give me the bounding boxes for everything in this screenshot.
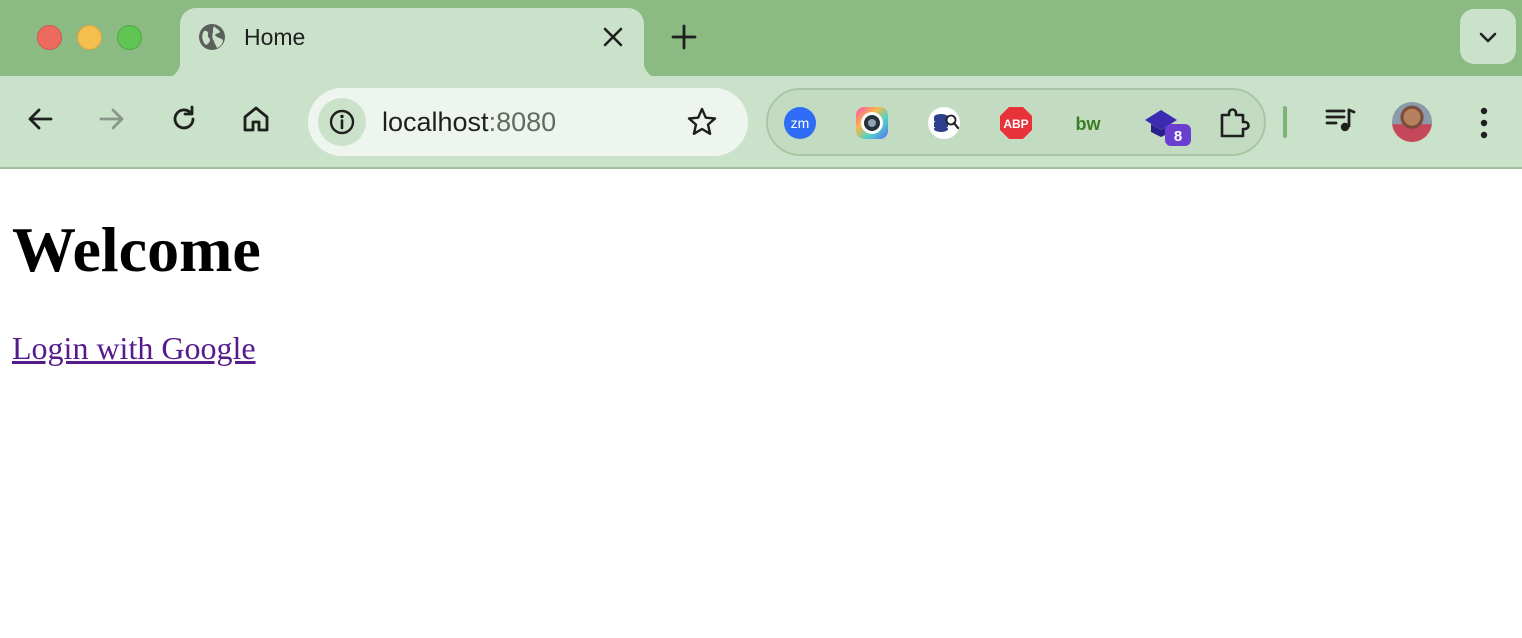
site-info-button[interactable] bbox=[318, 98, 366, 146]
globe-icon bbox=[199, 24, 225, 50]
minimize-window-button[interactable] bbox=[77, 25, 102, 50]
url-port: :8080 bbox=[488, 107, 557, 137]
reload-icon[interactable] bbox=[168, 103, 200, 135]
graduation-cap-extension-icon[interactable]: 8 bbox=[1143, 106, 1191, 146]
address-url[interactable]: localhost:8080 bbox=[382, 106, 556, 138]
forward-arrow-icon[interactable] bbox=[96, 103, 128, 135]
tab-strip: Home bbox=[0, 0, 1522, 78]
login-with-google-link[interactable]: Login with Google bbox=[12, 328, 256, 368]
svg-text:zm: zm bbox=[791, 115, 810, 131]
bookmark-star-icon[interactable] bbox=[686, 106, 718, 138]
new-tab-icon[interactable] bbox=[668, 21, 700, 53]
toolbar-divider bbox=[1283, 106, 1287, 138]
bw-extension-icon[interactable]: bw bbox=[1071, 106, 1105, 140]
browser-toolbar: localhost:8080 zm ABP bw 8 bbox=[0, 76, 1522, 169]
adblock-plus-extension-icon[interactable]: ABP bbox=[999, 106, 1033, 140]
tab-search-button[interactable] bbox=[1460, 9, 1516, 64]
more-menu-icon[interactable] bbox=[1470, 103, 1498, 143]
svg-text:bw: bw bbox=[1076, 114, 1102, 134]
svg-text:ABP: ABP bbox=[1003, 117, 1028, 131]
page-content: Welcome Login with Google bbox=[0, 170, 1522, 638]
info-icon bbox=[329, 109, 355, 135]
browser-tab[interactable]: Home bbox=[164, 8, 660, 78]
media-queue-icon[interactable] bbox=[1324, 104, 1356, 136]
page-heading: Welcome bbox=[12, 214, 261, 285]
back-arrow-icon[interactable] bbox=[24, 103, 56, 135]
maximize-window-button[interactable] bbox=[117, 25, 142, 50]
profile-avatar[interactable] bbox=[1392, 102, 1432, 142]
chevron-down-icon bbox=[1479, 32, 1497, 43]
extension-badge: 8 bbox=[1174, 128, 1182, 145]
close-window-button[interactable] bbox=[37, 25, 62, 50]
camera-extension-icon[interactable] bbox=[855, 106, 889, 140]
puzzle-extensions-icon[interactable] bbox=[1217, 106, 1251, 140]
url-host: localhost bbox=[382, 107, 489, 137]
database-search-extension-icon[interactable] bbox=[927, 106, 961, 140]
address-bar[interactable]: localhost:8080 bbox=[308, 88, 748, 156]
close-tab-icon[interactable] bbox=[600, 24, 626, 50]
tab-title: Home bbox=[244, 24, 306, 50]
extensions-group: zm ABP bw 8 bbox=[766, 88, 1266, 156]
home-icon[interactable] bbox=[240, 103, 272, 135]
zoom-extension-icon[interactable]: zm bbox=[783, 106, 817, 140]
